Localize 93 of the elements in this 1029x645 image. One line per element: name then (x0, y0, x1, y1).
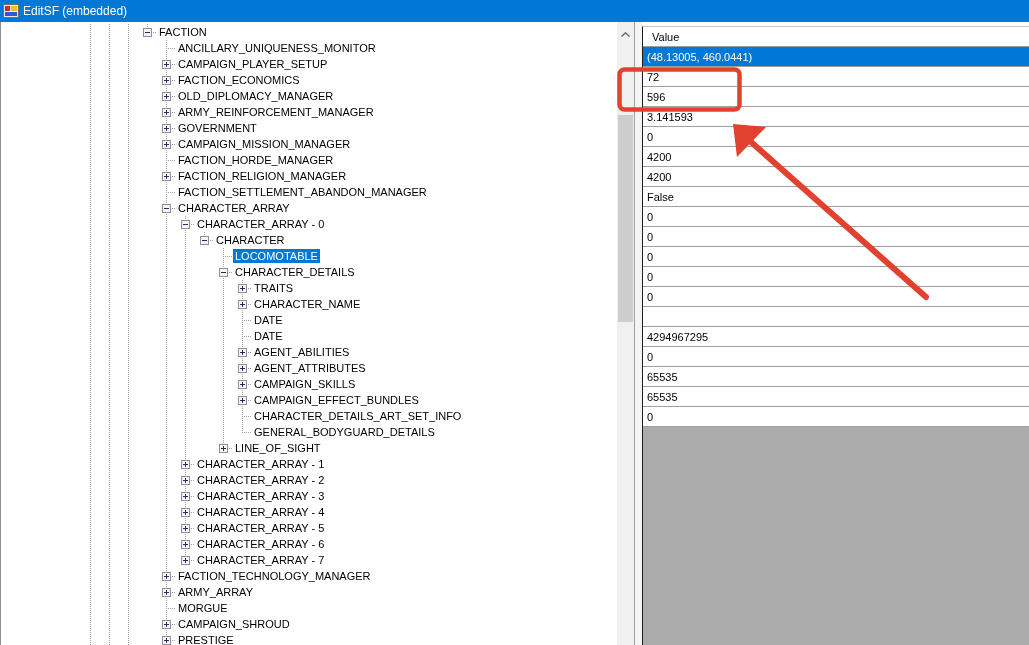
value-cell[interactable]: 4200 (643, 167, 1029, 187)
tree-item[interactable]: FACTION (157, 25, 209, 39)
collapse-icon[interactable] (181, 219, 190, 229)
tree-item[interactable]: CHARACTER_NAME (252, 297, 363, 311)
expand-icon[interactable] (162, 59, 171, 69)
collapse-icon[interactable] (219, 267, 228, 277)
tree-item[interactable]: CAMPAIGN_EFFECT_BUNDLES (252, 393, 421, 407)
value-cell[interactable]: 0 (643, 247, 1029, 267)
collapse-icon[interactable] (162, 203, 171, 213)
collapse-icon[interactable] (143, 27, 152, 37)
value-cell[interactable]: 0 (643, 227, 1029, 247)
tree-item[interactable]: TRAITS (252, 281, 296, 295)
tree-item[interactable]: CHARACTER_ARRAY - 7 (195, 553, 327, 567)
tree-item[interactable]: DATE (252, 313, 285, 327)
tree-item[interactable]: GENERAL_BODYGUARD_DETAILS (252, 425, 437, 439)
tree-item[interactable]: LINE_OF_SIGHT (233, 441, 323, 455)
tree-item[interactable]: CHARACTER_DETAILS_ART_SET_INFO (252, 409, 464, 423)
column-header[interactable]: Value (643, 27, 1029, 47)
expand-icon[interactable] (181, 491, 190, 501)
tree-item[interactable]: FACTION_TECHNOLOGY_MANAGER (176, 569, 373, 583)
value-cell[interactable]: 4200 (643, 147, 1029, 167)
expand-icon[interactable] (162, 619, 171, 629)
value-cell[interactable] (643, 307, 1029, 327)
tree-item[interactable]: CHARACTER_DETAILS (233, 265, 357, 279)
expand-icon[interactable] (162, 75, 171, 85)
value-cell[interactable]: 0 (643, 207, 1029, 227)
value-cell[interactable]: 0 (643, 347, 1029, 367)
tree-item[interactable]: CAMPAIGN_MISSION_MANAGER (176, 137, 353, 151)
value-cell[interactable]: 72 (643, 67, 1029, 87)
tree-item[interactable]: FACTION_SETTLEMENT_ABANDON_MANAGER (176, 185, 429, 199)
tree-item[interactable]: CAMPAIGN_SHROUD (176, 617, 292, 631)
expand-icon[interactable] (162, 139, 171, 149)
expand-icon[interactable] (162, 635, 171, 645)
expand-icon[interactable] (181, 507, 190, 517)
expand-icon[interactable] (181, 555, 190, 565)
expand-icon[interactable] (162, 171, 171, 181)
tree-item[interactable]: CAMPAIGN_SKILLS (252, 377, 358, 391)
scrollbar-thumb[interactable] (618, 115, 633, 322)
tree-item[interactable]: CHARACTER_ARRAY - 0 (195, 217, 327, 231)
value-cell[interactable]: 4294967295 (643, 327, 1029, 347)
tree-item[interactable]: CHARACTER_ARRAY - 5 (195, 521, 327, 535)
expand-icon[interactable] (238, 283, 247, 293)
tree-item[interactable]: CHARACTER (214, 233, 287, 247)
app-icon (3, 3, 19, 19)
expand-icon[interactable] (181, 459, 190, 469)
tree-item[interactable]: GOVERNMENT (176, 121, 259, 135)
expand-icon[interactable] (219, 443, 228, 453)
value-cell[interactable]: 3.141593 (643, 107, 1029, 127)
tree-item[interactable]: LOCOMOTABLE (233, 249, 320, 263)
expand-icon[interactable] (162, 123, 171, 133)
expand-icon[interactable] (238, 395, 247, 405)
expand-icon[interactable] (162, 91, 171, 101)
scroll-up-icon[interactable] (621, 32, 630, 37)
expand-icon[interactable] (238, 379, 247, 389)
value-cell[interactable]: 65535 (643, 387, 1029, 407)
collapse-icon[interactable] (200, 235, 209, 245)
tree-item[interactable]: CHARACTER_ARRAY (176, 201, 292, 215)
expand-icon[interactable] (181, 539, 190, 549)
expand-icon[interactable] (238, 347, 247, 357)
tree-item[interactable]: CAMPAIGN_PLAYER_SETUP (176, 57, 330, 71)
value-cell[interactable]: 65535 (643, 367, 1029, 387)
tree-item[interactable]: CHARACTER_ARRAY - 1 (195, 457, 327, 471)
value-cell[interactable]: 596 (643, 87, 1029, 107)
tree-item[interactable]: AGENT_ATTRIBUTES (252, 361, 368, 375)
expand-icon[interactable] (162, 571, 171, 581)
tree-item[interactable]: FACTION_RELIGION_MANAGER (176, 169, 349, 183)
tree-item[interactable]: CHARACTER_ARRAY - 6 (195, 537, 327, 551)
value-cell[interactable]: 0 (643, 407, 1029, 427)
value-cell[interactable]: (48.13005, 460.0441) (643, 47, 1029, 67)
expand-icon[interactable] (162, 587, 171, 597)
expand-icon[interactable] (238, 363, 247, 373)
tree-item[interactable]: ARMY_REINFORCEMENT_MANAGER (176, 105, 376, 119)
value-cell[interactable]: False (643, 187, 1029, 207)
tree-item[interactable]: FACTION_HORDE_MANAGER (176, 153, 336, 167)
expand-icon[interactable] (238, 299, 247, 309)
expand-icon[interactable] (181, 523, 190, 533)
value-cell[interactable]: 0 (643, 127, 1029, 147)
window-title: EditSF (embedded) (23, 4, 128, 18)
expand-icon[interactable] (181, 475, 190, 485)
tree-item[interactable]: ANCILLARY_UNIQUENESS_MONITOR (176, 41, 378, 55)
value-cell[interactable]: 0 (643, 267, 1029, 287)
tree-item[interactable]: OLD_DIPLOMACY_MANAGER (176, 89, 336, 103)
value-cell[interactable]: 0 (643, 287, 1029, 307)
tree-item[interactable]: CHARACTER_ARRAY - 2 (195, 473, 327, 487)
tree-item[interactable]: DATE (252, 329, 285, 343)
expand-icon[interactable] (162, 107, 171, 117)
tree-item[interactable]: FACTION_ECONOMICS (176, 73, 302, 87)
tree-item[interactable]: MORGUE (176, 601, 230, 615)
tree-item[interactable]: CHARACTER_ARRAY - 4 (195, 505, 327, 519)
tree-item[interactable]: ARMY_ARRAY (176, 585, 255, 599)
tree-item[interactable]: CHARACTER_ARRAY - 3 (195, 489, 327, 503)
tree-item[interactable]: AGENT_ABILITIES (252, 345, 352, 359)
tree-item[interactable]: PRESTIGE (176, 633, 236, 645)
